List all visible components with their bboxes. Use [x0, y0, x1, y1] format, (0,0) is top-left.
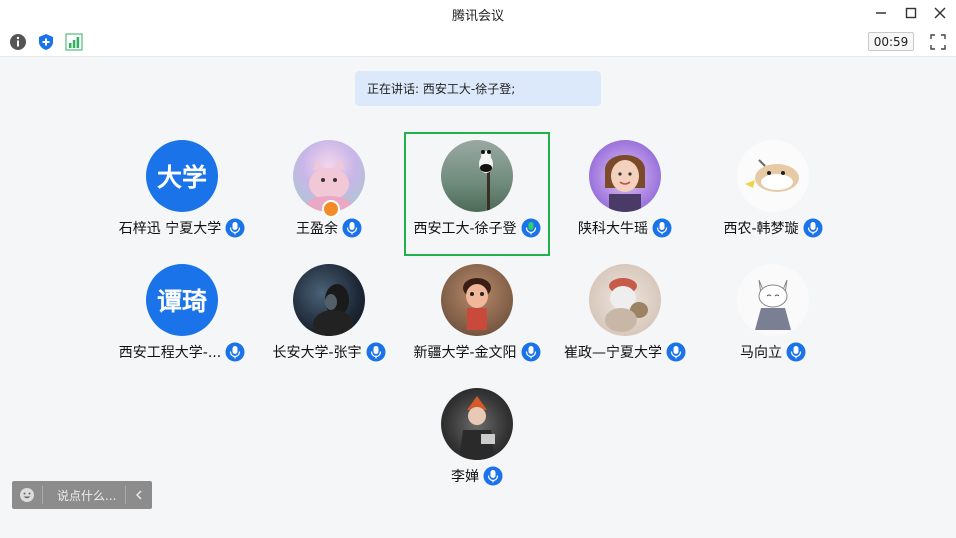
window-title: 腾讯会议 — [451, 9, 504, 24]
participant-tile[interactable]: 西农-韩梦璇 — [700, 132, 846, 256]
participant-name: 李婵 — [451, 469, 479, 485]
avatar — [293, 264, 365, 336]
participant-name: 王盈余 — [296, 221, 338, 237]
avatar — [737, 264, 809, 336]
host-badge — [322, 200, 340, 218]
avatar — [589, 140, 661, 212]
minimize-icon[interactable] — [870, 3, 892, 23]
meeting-timer: 00:59 — [868, 32, 914, 51]
maximize-icon[interactable] — [900, 3, 922, 23]
participant-name: 石梓迅 宁夏大学 — [118, 221, 222, 237]
participant-name: 崔政—宁夏大学 — [564, 345, 662, 361]
microphone-icon — [786, 342, 806, 362]
toolbar — [0, 26, 956, 57]
chat-input-bar[interactable]: 说点什么... — [12, 481, 152, 509]
participant-name: 西农-韩梦璇 — [723, 221, 799, 237]
avatar — [441, 140, 513, 212]
avatar: 谭琦 — [146, 264, 218, 336]
collapse-chevron-icon[interactable] — [126, 490, 152, 500]
participant-name: 西安工大-徐子登 — [413, 221, 517, 237]
avatar — [737, 140, 809, 212]
avatar — [441, 388, 513, 460]
speaking-indicator: 正在讲话: 西安工大-徐子登; — [355, 71, 601, 106]
microphone-icon — [483, 466, 503, 486]
participant-name: 长安大学-张宇 — [272, 345, 362, 361]
participant-name: 新疆大学-金文阳 — [413, 345, 517, 361]
close-icon[interactable] — [929, 3, 951, 23]
participant-tile[interactable]: 马向立 — [700, 256, 846, 380]
participant-name: 西安工程大学-... — [118, 345, 222, 361]
security-shield-icon[interactable] — [36, 32, 56, 52]
participant-name: 马向立 — [740, 345, 782, 361]
chat-input[interactable]: 说点什么... — [43, 487, 125, 504]
fullscreen-icon[interactable] — [928, 32, 948, 52]
participant-tile[interactable]: 李婵 — [404, 380, 550, 504]
avatar: 大学 — [146, 140, 218, 212]
title-bar: 腾讯会议 — [0, 0, 956, 26]
participant-name: 陕科大牛瑶 — [578, 221, 648, 237]
microphone-icon — [652, 218, 672, 238]
microphone-icon — [803, 218, 823, 238]
avatar — [589, 264, 661, 336]
avatar — [441, 264, 513, 336]
info-icon[interactable] — [8, 32, 28, 52]
emoji-icon[interactable] — [12, 487, 42, 503]
microphone-icon — [342, 218, 362, 238]
signal-strength-icon[interactable] — [64, 32, 84, 52]
